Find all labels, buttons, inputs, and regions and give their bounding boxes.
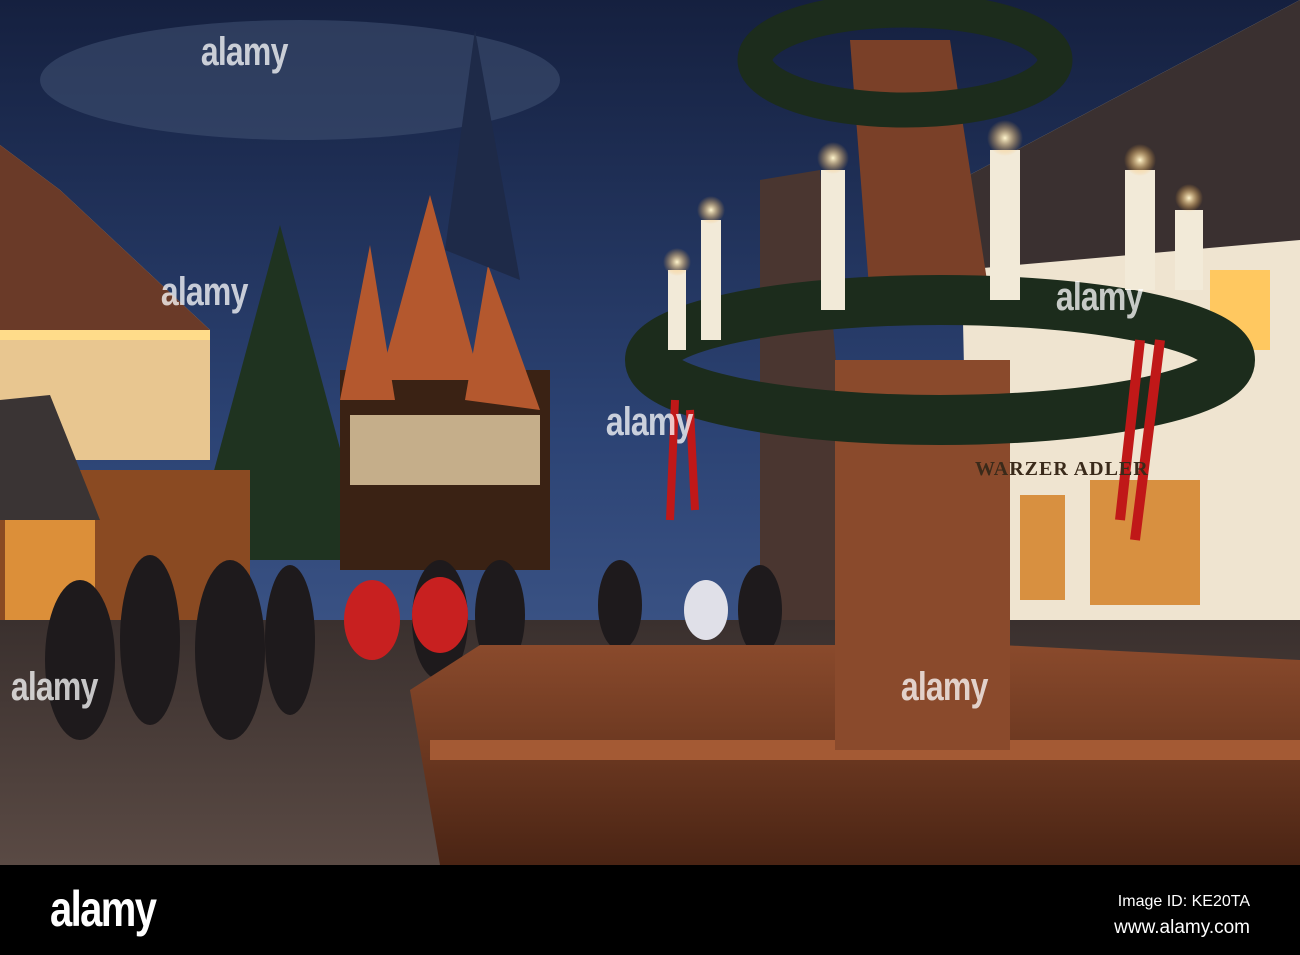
- person-white-jacket: [684, 580, 728, 640]
- person: [265, 565, 315, 715]
- candle: [821, 170, 845, 310]
- watermark: alamy: [1055, 275, 1144, 319]
- candle-flame: [663, 248, 691, 276]
- person: [738, 565, 782, 655]
- footer-bar: [0, 865, 1300, 955]
- candle-flame: [987, 120, 1023, 156]
- candle-flame: [697, 196, 725, 224]
- candle: [990, 150, 1020, 300]
- person: [120, 555, 180, 725]
- candle: [1125, 170, 1155, 290]
- stock-photo: WARZER ADLER alamy alamy alamy alamy ala…: [0, 0, 1300, 955]
- alamy-logo: alamy: [50, 881, 157, 937]
- candle-flame: [1124, 144, 1156, 176]
- person: [45, 580, 115, 740]
- lit-window: [1020, 495, 1065, 600]
- watermark: alamy: [160, 270, 249, 314]
- watermark: alamy: [900, 665, 989, 709]
- watermark: alamy: [10, 665, 99, 709]
- string-lights: [0, 330, 210, 340]
- half-timbered-facade: [350, 415, 540, 485]
- candle-flame: [1175, 184, 1203, 212]
- person-red-jacket: [412, 577, 468, 653]
- image-id: Image ID: KE20TA: [1117, 893, 1250, 910]
- candle: [1175, 210, 1203, 290]
- inn-sign: WARZER ADLER: [975, 458, 1149, 480]
- candle-flame: [817, 142, 849, 174]
- site-url: www.alamy.com: [1114, 917, 1250, 938]
- person-red-jacket: [344, 580, 400, 660]
- watermark: alamy: [200, 30, 289, 74]
- person: [195, 560, 265, 740]
- candle: [668, 270, 686, 350]
- candle: [701, 220, 721, 340]
- watermark: alamy: [605, 400, 694, 444]
- person: [598, 560, 642, 650]
